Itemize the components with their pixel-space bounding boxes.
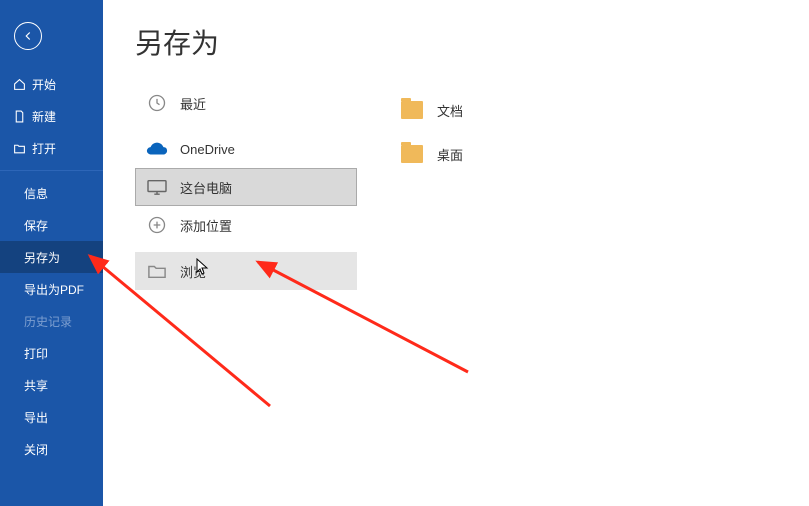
nav-label: 打印 [24,345,48,362]
folder-desktop[interactable]: 桌面 [393,132,809,176]
file-icon [12,109,26,123]
page-title: 另存为 [135,22,809,62]
nav-export-pdf[interactable]: 导出为PDF [0,273,103,305]
nav-label: 历史记录 [24,313,72,330]
main-panel: 另存为 最近 OneDrive 这台电脑 添加位置 浏览 [103,0,809,506]
nav-label: 保存 [24,217,48,234]
sidebar-top-group: 开始 新建 打开 [0,68,103,164]
folder-label: 文档 [437,101,463,120]
sidebar-separator [0,170,103,171]
nav-print[interactable]: 打印 [0,337,103,369]
clock-icon [146,92,168,114]
nav-label: 新建 [32,108,56,125]
location-label: 浏览 [180,262,206,281]
nav-label: 另存为 [24,249,60,266]
nav-label: 信息 [24,185,48,202]
location-recent[interactable]: 最近 [135,84,357,122]
nav-save-as[interactable]: 另存为 [0,241,103,273]
folder-list: 文档 桌面 [393,84,809,290]
backstage-sidebar: 开始 新建 打开 信息 保存 另存为 导出为PDF 历史记录 打印 共享 导出 … [0,0,103,506]
folder-icon [146,260,168,282]
location-label: 添加位置 [180,216,232,235]
pc-icon [146,176,168,198]
location-add-place[interactable]: 添加位置 [135,206,357,244]
nav-open[interactable]: 打开 [0,132,103,164]
plus-icon [146,214,168,236]
nav-label: 共享 [24,377,48,394]
back-button[interactable] [14,22,42,50]
nav-new[interactable]: 新建 [0,100,103,132]
location-onedrive[interactable]: OneDrive [135,130,357,168]
location-browse[interactable]: 浏览 [135,252,357,290]
location-this-pc[interactable]: 这台电脑 [135,168,357,206]
nav-label: 导出 [24,409,48,426]
home-icon [12,77,26,91]
nav-close[interactable]: 关闭 [0,433,103,465]
sidebar-bottom-group: 信息 保存 另存为 导出为PDF 历史记录 打印 共享 导出 关闭 [0,177,103,465]
location-list: 最近 OneDrive 这台电脑 添加位置 浏览 [135,84,357,290]
location-label: 最近 [180,94,206,113]
back-arrow-icon [21,29,35,43]
nav-home[interactable]: 开始 [0,68,103,100]
open-icon [12,141,26,155]
folder-documents[interactable]: 文档 [393,88,809,132]
nav-label: 导出为PDF [24,281,84,298]
onedrive-icon [146,138,168,160]
folder-label: 桌面 [437,145,463,164]
nav-label: 打开 [32,140,56,157]
nav-info[interactable]: 信息 [0,177,103,209]
nav-history: 历史记录 [0,305,103,337]
nav-share[interactable]: 共享 [0,369,103,401]
folder-icon [401,145,423,163]
folder-icon [401,101,423,119]
location-label: OneDrive [180,142,235,157]
nav-export[interactable]: 导出 [0,401,103,433]
location-label: 这台电脑 [180,178,232,197]
nav-label: 开始 [32,76,56,93]
nav-save[interactable]: 保存 [0,209,103,241]
nav-label: 关闭 [24,441,48,458]
